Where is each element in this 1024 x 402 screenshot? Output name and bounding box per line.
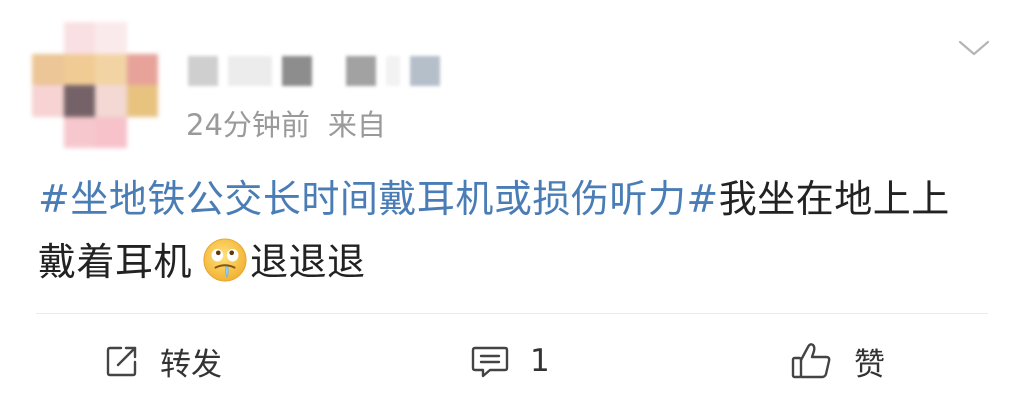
like-button[interactable]: 赞 bbox=[790, 336, 885, 386]
weibo-post: 24分钟前 来自 #坐地铁公交长时间戴耳机或损伤听力#我坐在地上上戴着耳机 退退退 bbox=[0, 0, 1024, 402]
comment-bubble-icon bbox=[471, 346, 509, 378]
drooling-face-emoji bbox=[203, 238, 247, 282]
topic-link[interactable]: #坐地铁公交长时间戴耳机或损伤听力# bbox=[38, 177, 719, 221]
divider bbox=[36, 313, 988, 314]
like-label: 赞 bbox=[854, 346, 885, 383]
repost-button[interactable]: 转发 bbox=[104, 336, 222, 386]
chevron-down-icon[interactable] bbox=[956, 36, 992, 60]
repost-label: 转发 bbox=[160, 346, 222, 383]
avatar[interactable] bbox=[32, 22, 158, 148]
post-text-end: 退退退 bbox=[250, 240, 366, 284]
post-content: #坐地铁公交长时间戴耳机或损伤听力#我坐在地上上戴着耳机 退退退 bbox=[38, 168, 958, 294]
comment-button[interactable]: 1 bbox=[470, 336, 550, 386]
share-edit-icon bbox=[106, 346, 137, 377]
comment-count: 1 bbox=[530, 343, 550, 379]
username-blurred[interactable] bbox=[188, 56, 440, 86]
thumbs-up-icon bbox=[791, 343, 831, 379]
action-bar: 转发 1 赞 bbox=[0, 336, 1024, 386]
post-meta: 24分钟前 来自 bbox=[186, 102, 386, 144]
post-time: 24分钟前 bbox=[186, 108, 310, 142]
post-source: 来自 bbox=[327, 108, 386, 142]
